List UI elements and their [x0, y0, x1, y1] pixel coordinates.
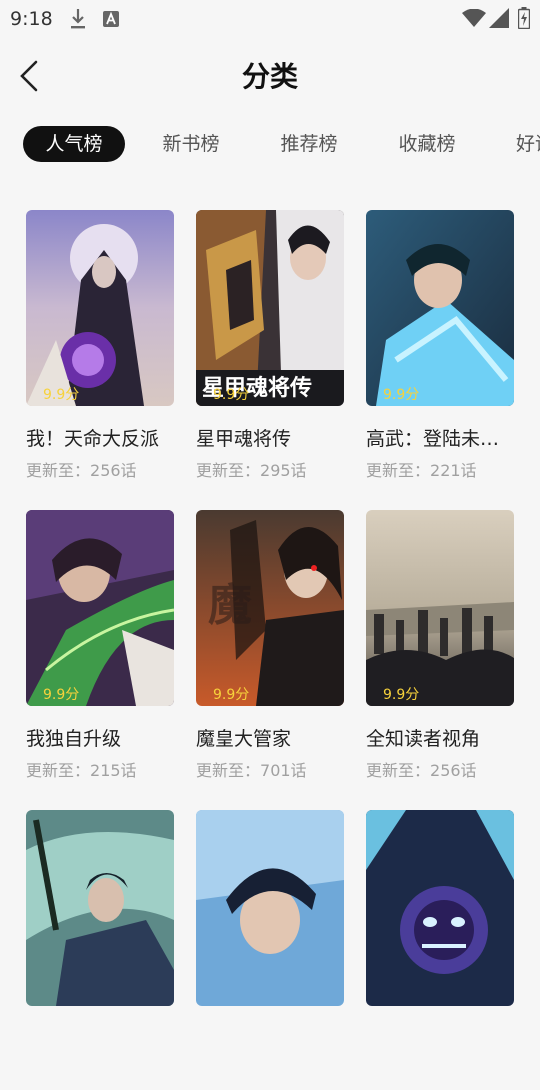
comic-cover: 魔	[196, 510, 344, 706]
comic-score: 9.9分	[383, 387, 420, 403]
comic-cover	[366, 510, 514, 706]
comic-cover	[26, 810, 174, 1006]
comic-title: 高武：登陆未来一万年	[366, 428, 514, 450]
comic-card[interactable]: 9.9分 高武：登陆未来一万年 更新至：221话	[366, 210, 514, 490]
comic-score: 9.9分	[43, 687, 80, 703]
page-title: 分类	[241, 60, 298, 93]
comic-update: 更新至：295话	[196, 461, 307, 480]
comic-update: 更新至：701话	[196, 761, 307, 780]
comic-card[interactable]: 魔 9.9分 魔皇大管家 更新至：701话	[196, 510, 344, 790]
comic-score: 9.9分	[213, 387, 250, 403]
signal-icon	[489, 8, 509, 28]
comic-card[interactable]: 9.9分 我独自升级 更新至：215话	[26, 510, 174, 790]
comic-title: 魔皇大管家	[196, 728, 292, 750]
ranking-tabs: 人气榜 新书榜 推荐榜 收藏榜 好评	[0, 126, 540, 164]
svg-text:魔: 魔	[208, 580, 252, 631]
comic-score: 9.9分	[43, 387, 80, 403]
comic-title: 全知读者视角	[366, 728, 481, 750]
comic-update: 更新至：256话	[366, 761, 477, 780]
battery-icon	[518, 7, 530, 29]
tab-popular[interactable]: 人气榜	[23, 126, 125, 162]
comic-card[interactable]: 9.9分 我！天命大反派 更新至：256话	[26, 210, 174, 490]
tab-rating[interactable]: 好评	[502, 126, 540, 162]
status-time: 9:18	[10, 8, 53, 30]
comic-cover: 星甲魂将传	[196, 210, 344, 406]
comic-cover	[196, 810, 344, 1006]
comic-title: 我独自升级	[26, 728, 122, 750]
comic-update: 更新至：221话	[366, 461, 477, 480]
comic-score: 9.9分	[383, 687, 420, 703]
comic-score: 9.9分	[213, 687, 250, 703]
tab-new[interactable]: 新书榜	[148, 126, 234, 162]
tab-favorites[interactable]: 收藏榜	[384, 126, 470, 162]
comic-card[interactable]	[196, 810, 344, 1090]
comic-cover	[26, 510, 174, 706]
download-icon	[71, 9, 85, 29]
comic-cover	[366, 810, 514, 1006]
comic-title: 星甲魂将传	[196, 428, 292, 450]
comic-card[interactable]	[26, 810, 174, 1090]
tab-recommend[interactable]: 推荐榜	[266, 126, 352, 162]
status-bar: 9:18	[0, 0, 540, 38]
wifi-icon	[462, 9, 486, 27]
comic-title: 我！天命大反派	[26, 428, 160, 450]
comic-card[interactable]: 星甲魂将传 9.9分 星甲魂将传 更新至：295话	[196, 210, 344, 490]
comic-cover	[366, 210, 514, 406]
comic-card[interactable]: 9.9分 全知读者视角 更新至：256话	[366, 510, 514, 790]
comic-card[interactable]	[366, 810, 514, 1090]
comic-cover	[26, 210, 174, 406]
font-icon	[103, 11, 119, 27]
comic-update: 更新至：215话	[26, 761, 137, 780]
comic-update: 更新至：256话	[26, 461, 137, 480]
